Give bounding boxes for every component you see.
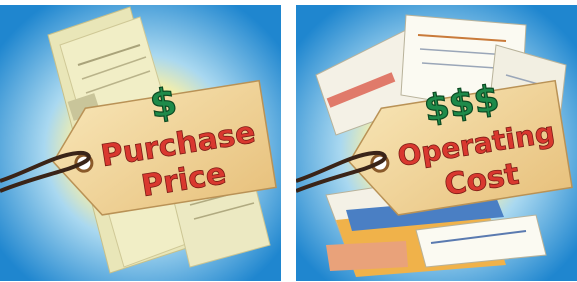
purchase-price-panel: $ Purchase Price [0, 5, 281, 281]
operating-cost-panel: $$$ Operating Cost [296, 5, 577, 281]
purchase-price-illustration: $ Purchase Price [0, 5, 281, 281]
operating-cost-illustration: $$$ Operating Cost [296, 5, 577, 281]
